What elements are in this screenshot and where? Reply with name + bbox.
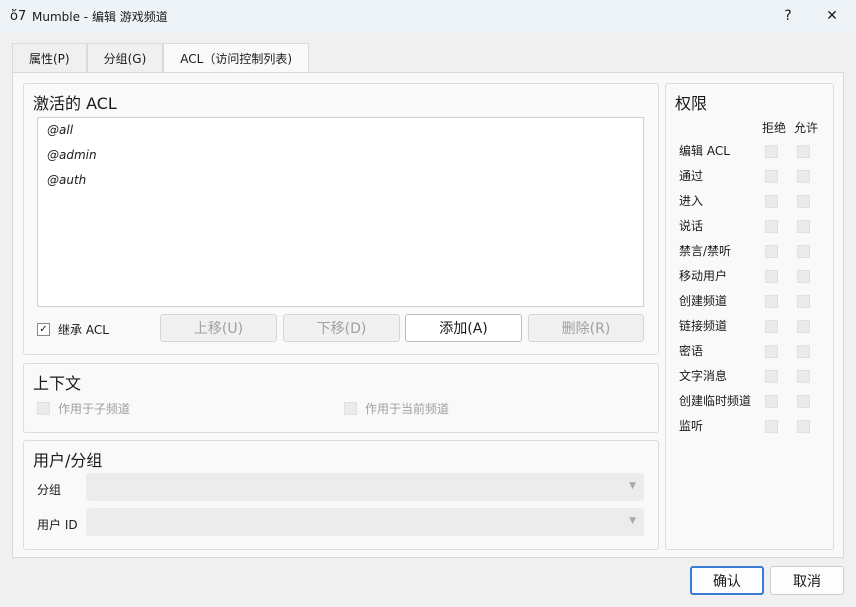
allow-checkbox[interactable]	[797, 245, 810, 258]
add-button[interactable]: 添加(A)	[405, 314, 522, 342]
deny-checkbox[interactable]	[765, 295, 778, 308]
deny-checkbox[interactable]	[765, 245, 778, 258]
deny-checkbox[interactable]	[765, 370, 778, 383]
allow-checkbox[interactable]	[797, 320, 810, 333]
context-title: 上下文	[33, 374, 82, 393]
acl-entry[interactable]: @auth	[38, 168, 643, 193]
deny-checkbox[interactable]	[765, 345, 778, 358]
permission-label: 创建临时频道	[679, 394, 752, 408]
group-label: 分组	[37, 483, 62, 497]
permission-row: 创建临时频道	[679, 389, 829, 414]
permission-row: 密语	[679, 339, 829, 364]
allow-checkbox[interactable]	[797, 370, 810, 383]
inherit-acl-checkbox[interactable]: ✓ 继承 ACL	[37, 321, 109, 338]
help-button[interactable]: ?	[766, 0, 810, 32]
permission-row: 文字消息	[679, 364, 829, 389]
apply-current-checkbox[interactable]: 作用于当前频道	[344, 400, 449, 417]
permissions-group: 权限 拒绝 允许 编辑 ACL 通过进入说话禁言/禁听移动用户创建频道链接频道密语…	[665, 83, 834, 550]
checkbox-box	[37, 402, 50, 415]
permission-row: 监听	[679, 414, 829, 439]
allow-checkbox[interactable]	[797, 220, 810, 233]
permission-row: 通过	[679, 164, 829, 189]
deny-checkbox[interactable]	[765, 270, 778, 283]
mumble-logo-icon: ὄ7	[10, 8, 27, 24]
deny-header: 拒绝	[762, 121, 787, 135]
permission-row: 说话	[679, 214, 829, 239]
inherit-acl-label: 继承 ACL	[58, 323, 109, 337]
user-id-combobox[interactable]: ▼	[86, 508, 644, 536]
user-id-label: 用户 ID	[37, 518, 78, 532]
permission-row: 进入	[679, 189, 829, 214]
permission-label: 密语	[679, 344, 704, 358]
permission-label: 文字消息	[679, 369, 728, 383]
deny-checkbox[interactable]	[765, 320, 778, 333]
allow-checkbox[interactable]	[797, 270, 810, 283]
context-group: 上下文 作用于子频道 作用于当前频道	[23, 363, 659, 433]
permission-row: 禁言/禁听	[679, 239, 829, 264]
allow-header: 允许	[794, 121, 819, 135]
allow-checkbox[interactable]	[797, 170, 810, 183]
permission-label: 编辑 ACL	[679, 144, 730, 158]
group-combobox[interactable]: ▼	[86, 473, 644, 501]
close-button[interactable]: ✕	[810, 0, 854, 32]
user-group-group: 用户/分组 分组 ▼ 用户 ID ▼	[23, 440, 659, 550]
permission-label: 禁言/禁听	[679, 244, 732, 258]
chevron-down-icon: ▼	[629, 516, 636, 526]
apply-current-label: 作用于当前频道	[365, 402, 450, 416]
checkbox-box	[344, 402, 357, 415]
remove-button[interactable]: 删除(R)	[528, 314, 644, 342]
deny-checkbox[interactable]	[765, 220, 778, 233]
active-acl-title: 激活的 ACL	[33, 94, 117, 113]
tab-bar: 属性(P) 分组(G) ACL（访问控制列表)	[12, 43, 310, 73]
apply-subchannels-checkbox[interactable]: 作用于子频道	[37, 400, 130, 417]
title-bar: ὄ7 Mumble - 编辑 游戏频道 ? ✕	[0, 0, 856, 32]
tab-properties[interactable]: 属性(P)	[12, 43, 87, 72]
chevron-down-icon: ▼	[629, 481, 636, 491]
user-group-title: 用户/分组	[33, 451, 103, 470]
acl-list[interactable]: @all @admin @auth	[37, 117, 644, 307]
permission-label: 监听	[679, 419, 704, 433]
permission-label: 进入	[679, 194, 704, 208]
allow-checkbox[interactable]	[797, 295, 810, 308]
move-down-button[interactable]: 下移(D)	[283, 314, 400, 342]
window-title: Mumble - 编辑 游戏频道	[32, 9, 168, 24]
acl-pane: 激活的 ACL @all @admin @auth ✓ 继承 ACL 上移(U)…	[12, 72, 844, 558]
permission-label: 说话	[679, 219, 704, 233]
permission-row: 移动用户	[679, 264, 829, 289]
deny-checkbox[interactable]	[765, 395, 778, 408]
allow-checkbox[interactable]	[797, 345, 810, 358]
permission-row: 链接频道	[679, 314, 829, 339]
allow-checkbox[interactable]	[797, 195, 810, 208]
permissions-title: 权限	[675, 94, 708, 113]
acl-entry[interactable]: @all	[38, 118, 643, 143]
active-acl-group: 激活的 ACL @all @admin @auth ✓ 继承 ACL 上移(U)…	[23, 83, 659, 355]
permission-row: 编辑 ACL	[679, 139, 829, 164]
allow-checkbox[interactable]	[797, 395, 810, 408]
permission-row: 创建频道	[679, 289, 829, 314]
allow-checkbox[interactable]	[797, 145, 810, 158]
permission-label: 移动用户	[679, 269, 728, 283]
allow-checkbox[interactable]	[797, 420, 810, 433]
deny-checkbox[interactable]	[765, 145, 778, 158]
permission-label: 通过	[679, 169, 704, 183]
permission-label: 创建频道	[679, 294, 728, 308]
permission-label: 链接频道	[679, 319, 728, 333]
deny-checkbox[interactable]	[765, 195, 778, 208]
tab-groups[interactable]: 分组(G)	[86, 43, 164, 72]
apply-subchannels-label: 作用于子频道	[58, 402, 131, 416]
ok-button[interactable]: 确认	[690, 566, 764, 595]
move-up-button[interactable]: 上移(U)	[160, 314, 277, 342]
checkmark-icon: ✓	[37, 323, 50, 336]
acl-entry[interactable]: @admin	[38, 143, 643, 168]
cancel-button[interactable]: 取消	[770, 566, 844, 595]
deny-checkbox[interactable]	[765, 170, 778, 183]
tab-acl[interactable]: ACL（访问控制列表)	[163, 43, 310, 73]
deny-checkbox[interactable]	[765, 420, 778, 433]
